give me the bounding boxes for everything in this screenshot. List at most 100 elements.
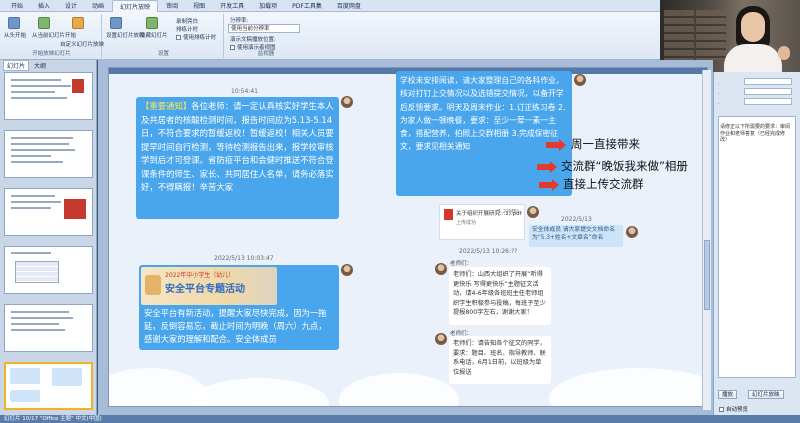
pdf-file-card[interactable]: 关于组织开展研究...1).pdf 上传成功 (1.22MB) bbox=[439, 204, 525, 240]
show-on-label: 演示文稿播放位置: bbox=[230, 37, 276, 43]
ribbon-tabs: 开始 插入 设计 动画 幻灯片放映 审阅 视图 开发工具 加载项 PDF工具集 … bbox=[0, 0, 660, 12]
pane-note: 请修正以下所需要的要求：审阅作业和老师答复（已经完成修改） bbox=[720, 124, 791, 143]
tab-insert[interactable]: 插入 bbox=[31, 0, 57, 11]
pdf-icon bbox=[444, 209, 453, 220]
sender-name: 老师们： bbox=[450, 261, 473, 267]
hide-slide-icon[interactable] bbox=[146, 17, 158, 29]
tab-slideshow[interactable]: 幻灯片放映 bbox=[112, 0, 159, 12]
autopreview-option[interactable]: 自动预览 bbox=[719, 405, 748, 413]
pane-row: · bbox=[718, 78, 792, 87]
from-current-label[interactable]: 从当前幻灯片开始 bbox=[32, 31, 76, 39]
annotation-upload: 直接上传交流群 bbox=[563, 177, 644, 191]
slideshow-button[interactable]: 幻灯片放映 bbox=[748, 390, 784, 399]
ribbon: 从头开始 从当前幻灯片开始 自定义幻灯片放映 开始放映幻灯片 设置幻灯片放映 隐… bbox=[0, 12, 660, 60]
custom-animation-pane: · · · 请修正以下所需要的要求：审阅作业和老师答复（已经完成修改） 播放 幻… bbox=[713, 72, 800, 415]
hide-slide-label[interactable]: 隐藏幻灯片 bbox=[140, 31, 168, 39]
slide-canvas[interactable]: 10:54:41 【重要通知】各位老师：请一定认真核实好学生本人及共居者的核酸检… bbox=[108, 67, 708, 407]
left-panel-tabs: 幻灯片 大纲 bbox=[0, 60, 96, 71]
bookshelf bbox=[664, 10, 694, 60]
group-label-monitor: 监视器 bbox=[257, 51, 275, 57]
thumbnail-list[interactable] bbox=[4, 72, 93, 420]
use-timings-checkbox[interactable] bbox=[176, 35, 181, 40]
thumbnail-image bbox=[64, 199, 86, 219]
message-timestamp: 2022/5/13 bbox=[561, 216, 592, 223]
scrollbar-thumb[interactable] bbox=[704, 240, 710, 310]
slide-thumbnail[interactable] bbox=[4, 246, 93, 294]
resolution-label: 分辨率: bbox=[230, 18, 249, 24]
play-from-current-icon[interactable] bbox=[38, 17, 50, 29]
vertical-scrollbar[interactable] bbox=[702, 70, 711, 410]
message-timestamp: 2022/5/13 10:03:47 bbox=[214, 255, 274, 262]
sender-avatar bbox=[435, 333, 447, 345]
safety-text: 安全平台有新活动，提醒大家尽快完成，因为一拖延，反倒容易忘，截止时间为明晚（周六… bbox=[144, 308, 327, 344]
pane-field[interactable] bbox=[744, 78, 792, 85]
slide-thumbnail[interactable] bbox=[4, 130, 93, 178]
bookshelf bbox=[696, 10, 726, 60]
thumbnail-table bbox=[15, 261, 59, 283]
use-timings[interactable]: 使用排练计时 bbox=[176, 33, 216, 41]
red-arrow bbox=[546, 139, 566, 151]
tab-outline[interactable]: 大纲 bbox=[31, 61, 49, 70]
setup-show-label[interactable]: 设置幻灯片放映 bbox=[106, 31, 145, 39]
poster-banner: 安全平台专题活动 bbox=[165, 284, 245, 295]
pane-row: · bbox=[718, 88, 792, 97]
slide-thumbnail[interactable] bbox=[4, 188, 93, 236]
message-timestamp: 2022/5/13 10:26:?? bbox=[459, 248, 518, 255]
slide-thumbnail-selected[interactable] bbox=[4, 362, 93, 410]
file-size: (1.22MB) bbox=[496, 209, 519, 215]
upload-status: 上传成功 bbox=[456, 220, 477, 226]
play-from-start-icon[interactable] bbox=[8, 17, 20, 29]
notice-message-bubble: 【重要通知】各位老师：请一定认真核实好学生本人及共居者的核酸检测时间，报告时间应… bbox=[136, 97, 339, 219]
annotation-monday: 周一直接带来 bbox=[571, 137, 640, 151]
annotation-album: 交流群“晚饭我来做”相册 bbox=[561, 159, 688, 173]
autopreview-checkbox[interactable] bbox=[719, 407, 724, 412]
pane-row: · bbox=[718, 98, 792, 107]
poster-title: 2022年中小学生（幼儿） bbox=[165, 272, 235, 279]
safety-poster-image: 2022年中小学生（幼儿） 安全平台专题活动 bbox=[141, 267, 277, 305]
resolution-select[interactable]: 使用当前分辨率 bbox=[228, 24, 300, 33]
sender-avatar bbox=[626, 226, 638, 238]
setup-show-icon[interactable] bbox=[110, 17, 122, 29]
status-bar: 幻灯片 10/17 "Office 主题" 中文(中国) bbox=[0, 415, 800, 423]
slide-thumbnail[interactable] bbox=[4, 304, 93, 352]
sender-avatar bbox=[341, 96, 353, 108]
sender-avatar bbox=[341, 264, 353, 276]
animation-list[interactable] bbox=[718, 116, 796, 378]
sender-avatar bbox=[574, 74, 586, 86]
message-timestamp: 10:54:41 bbox=[231, 88, 258, 95]
tab-addins[interactable]: 加载项 bbox=[252, 0, 284, 11]
tab-design[interactable]: 设计 bbox=[58, 0, 84, 11]
tab-view[interactable]: 视图 bbox=[186, 0, 212, 11]
custom-show-icon[interactable] bbox=[72, 17, 84, 29]
presenter-hand bbox=[778, 46, 790, 60]
from-start-label[interactable]: 从头开始 bbox=[4, 31, 26, 39]
tab-slides[interactable]: 幻灯片 bbox=[3, 60, 30, 71]
tab-animation[interactable]: 动画 bbox=[85, 0, 111, 11]
presenter-body bbox=[724, 44, 782, 72]
tab-review[interactable]: 审阅 bbox=[159, 0, 185, 11]
record-narration[interactable]: 录制旁白 bbox=[176, 17, 198, 25]
tab-pdf[interactable]: PDF工具集 bbox=[285, 0, 329, 11]
presenter-face bbox=[741, 12, 765, 42]
sender-avatar bbox=[527, 206, 539, 218]
rehearse-timings[interactable]: 排练计时 bbox=[176, 25, 198, 33]
red-arrow bbox=[539, 179, 559, 191]
ribbon-group-setup: 设置幻灯片放映 隐藏幻灯片 录制旁白 排练计时 使用排练计时 设置 bbox=[104, 14, 224, 58]
tab-baidu[interactable]: 百度网盘 bbox=[330, 0, 368, 11]
tab-developer[interactable]: 开发工具 bbox=[213, 0, 251, 11]
group-message-bubble: 老师们：请告知各个征文的同学，要求：题目、班名、指导教师、联系电话，6月1日前，… bbox=[449, 336, 551, 384]
play-button[interactable]: 播放 bbox=[718, 390, 738, 399]
pane-field[interactable] bbox=[744, 88, 792, 95]
group-message-bubble: 老师们：山西大组织了开展“听得更快乐 写得更快乐”主题征文活动，请4-6年级各班… bbox=[449, 267, 551, 325]
group-label-start: 开始放映幻灯片 bbox=[32, 51, 71, 57]
custom-show-label[interactable]: 自定义幻灯片放映 bbox=[60, 40, 104, 48]
ribbon-group-start: 从头开始 从当前幻灯片开始 自定义幻灯片放映 开始放映幻灯片 bbox=[2, 14, 104, 58]
pane-field[interactable] bbox=[744, 98, 792, 105]
safety-message-bubble: 2022年中小学生（幼儿） 安全平台专题活动 安全平台有新活动，提醒大家尽快完成… bbox=[139, 265, 339, 350]
sender-avatar bbox=[435, 263, 447, 275]
slide-editor: 10:54:41 【重要通知】各位老师：请一定认真核实好学生本人及共居者的核酸检… bbox=[98, 60, 713, 415]
tab-home[interactable]: 开始 bbox=[4, 0, 30, 11]
notice-text: 各位老师：请一定认真核实好学生本人及共居者的核酸检测时间，报告时间应为5.13-… bbox=[141, 101, 334, 192]
notice-tag: 【重要通知】 bbox=[141, 101, 192, 111]
slide-thumbnail[interactable] bbox=[4, 72, 93, 120]
